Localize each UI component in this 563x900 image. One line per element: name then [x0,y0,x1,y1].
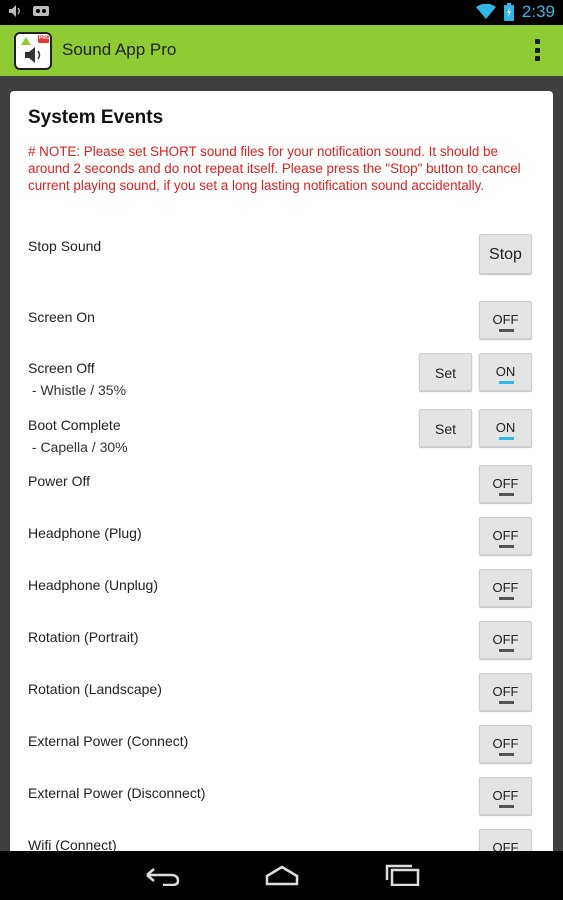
toggle-indicator [499,381,514,384]
toggle-power-off[interactable]: OFF [479,465,532,503]
set-button-screen-off[interactable]: Set [419,353,472,391]
toggle-state: ON [495,420,516,435]
toggle-state: OFF [492,312,519,327]
toggle-state: OFF [492,684,519,699]
toggle-state: OFF [492,788,519,803]
toggle-indicator [499,597,514,600]
toggle-screen-off[interactable]: ON [479,353,532,391]
event-label: Boot Complete [28,417,121,433]
back-icon[interactable] [145,864,181,886]
toggle-state: OFF [492,476,519,491]
toggle-boot-complete[interactable]: ON [479,409,532,447]
toggle-headphone-unplug[interactable]: OFF [479,569,532,607]
toggle-state: OFF [492,528,519,543]
event-sound-detail: - Capella / 30% [28,439,128,455]
event-label: Headphone (Plug) [28,525,142,541]
toggle-rotation-landscape[interactable]: OFF [479,673,532,711]
note-text: # NOTE: Please set SHORT sound files for… [28,144,521,193]
event-label: Rotation (Landscape) [28,681,162,697]
toggle-indicator [499,329,514,332]
volume-icon [9,5,20,17]
event-label: Rotation (Portrait) [28,629,139,645]
app-title: Sound App Pro [62,40,177,59]
wifi-icon [475,4,496,19]
recent-apps-icon[interactable] [384,864,420,886]
toggle-indicator [499,545,514,548]
toggle-state: ON [495,364,516,379]
toggle-screen-on[interactable]: OFF [479,301,532,339]
event-sound-detail: - Whistle / 35% [28,382,127,398]
toggle-state: OFF [492,632,519,647]
toggle-external-power-disconnect[interactable]: OFF [479,777,532,815]
stop-sound-label: Stop Sound [28,238,102,254]
navigation-bar [0,851,563,900]
event-label: Power Off [28,473,90,489]
status-time: 2:39 [521,2,555,21]
toggle-rotation-portrait[interactable]: OFF [479,621,532,659]
toggle-state: OFF [492,736,519,751]
toggle-headphone-plug[interactable]: OFF [479,517,532,555]
toggle-external-power-connect[interactable]: OFF [479,725,532,763]
event-label: External Power (Disconnect) [28,785,206,801]
section-title: System Events [28,107,164,128]
battery-icon [503,3,514,21]
toggle-indicator [499,493,514,496]
system-events-card: System Events # NOTE: Please set SHORT s… [10,91,553,861]
home-icon[interactable] [264,864,300,886]
stop-button[interactable]: Stop [479,234,532,274]
overflow-menu-icon[interactable] [535,39,541,61]
event-label: Screen On [28,309,95,325]
toggle-indicator [499,753,514,756]
event-label: Headphone (Unplug) [28,577,158,593]
action-bar: PRO Sound App Pro [0,25,563,76]
status-bar: 2:39 [0,0,563,25]
toggle-indicator [499,649,514,652]
toggle-indicator [499,437,514,440]
voicemail-icon [33,6,49,16]
toggle-indicator [499,701,514,704]
set-button-boot-complete[interactable]: Set [419,409,472,447]
event-label: External Power (Connect) [28,733,189,749]
event-label: Screen Off [28,360,95,376]
sound-app-pro-icon: PRO [14,32,52,70]
toggle-indicator [499,805,514,808]
toggle-state: OFF [492,580,519,595]
pro-badge: PRO [39,35,50,41]
